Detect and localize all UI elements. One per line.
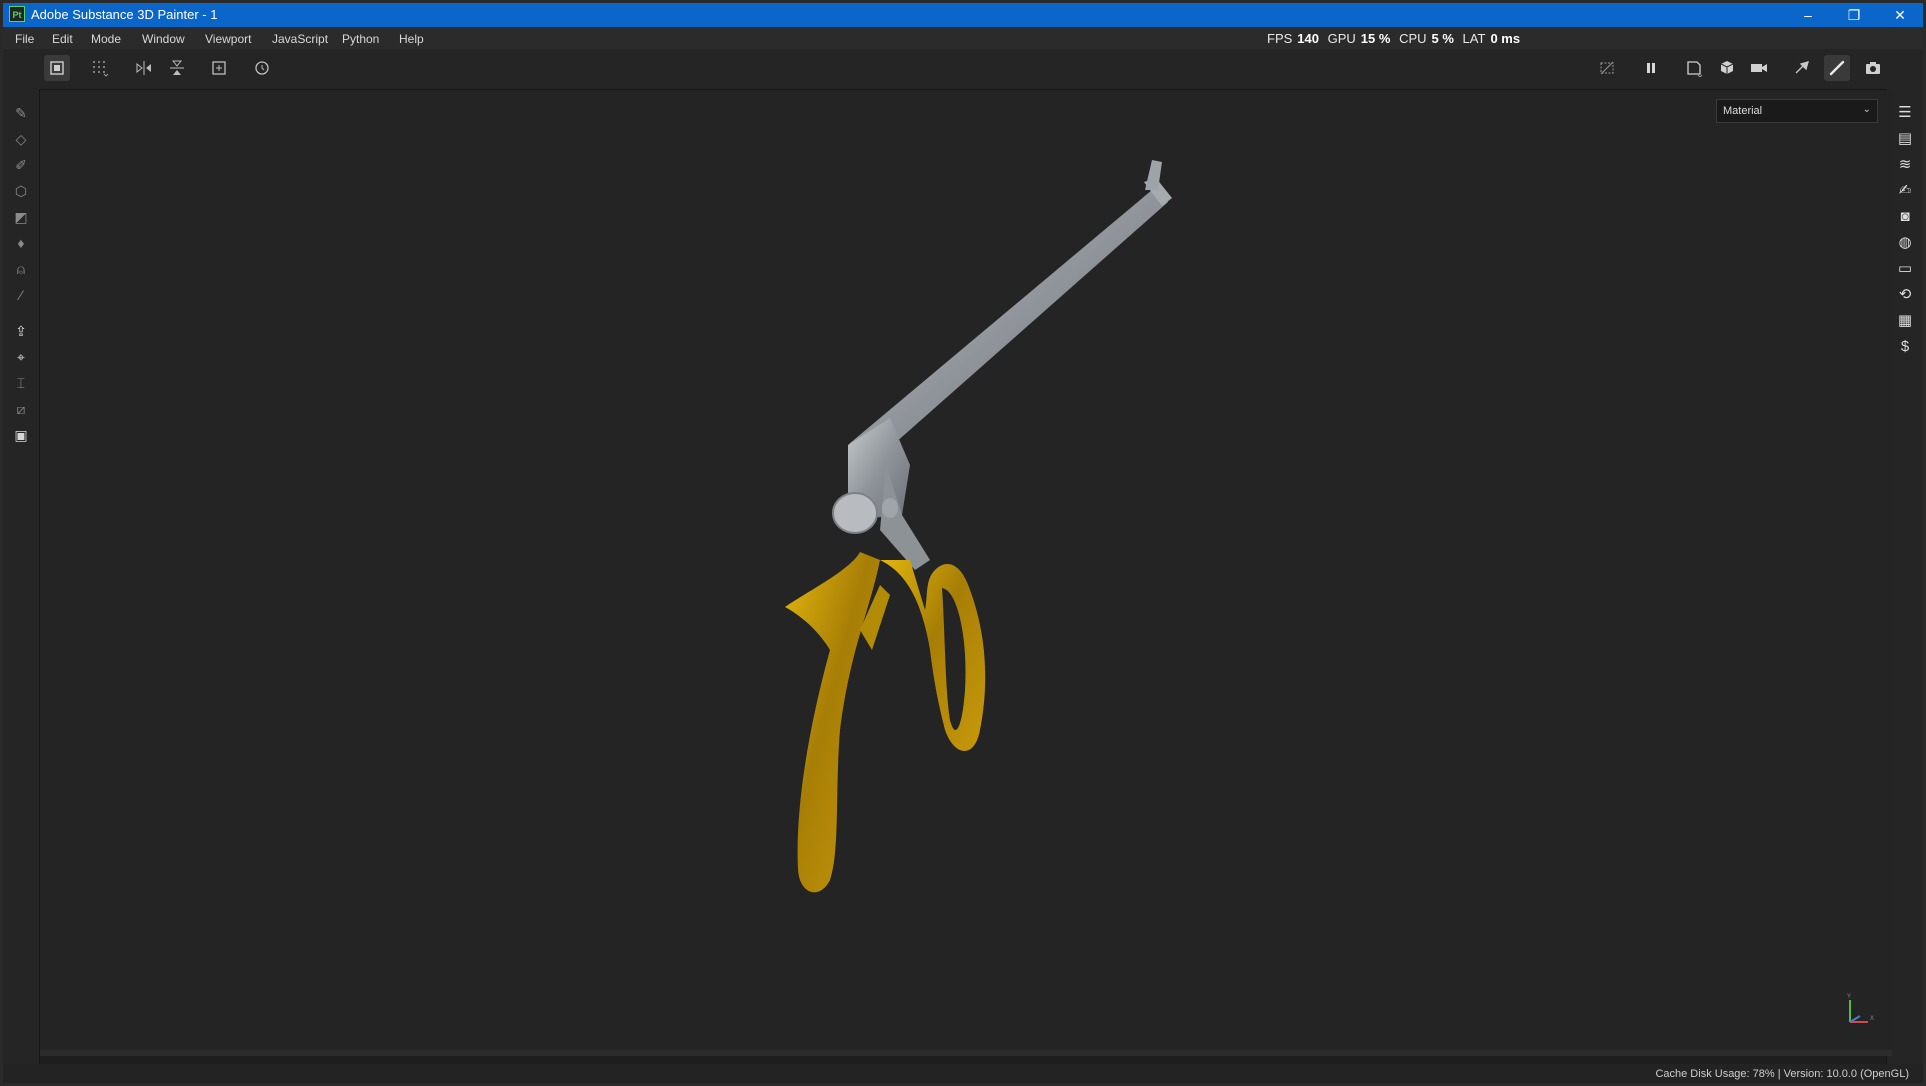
axis-gizmo: Y X: [1847, 994, 1874, 1023]
axis-x-label: X: [1870, 1016, 1874, 1022]
close-button[interactable]: ✕: [1877, 3, 1923, 27]
frame-add-icon[interactable]: [206, 55, 232, 81]
brush-settings-icon[interactable]: [1789, 55, 1815, 81]
menu-window[interactable]: Window: [142, 32, 185, 46]
application-window: Pt Adobe Substance 3D Painter - 1 – ❐ ✕ …: [0, 0, 1926, 1086]
viewport-channel-value: Material: [1723, 105, 1763, 117]
view-3d-icon[interactable]: [1714, 55, 1740, 81]
viewport-channel-select[interactable]: Material ⌄: [1716, 99, 1878, 123]
camera-icon[interactable]: [1746, 55, 1772, 81]
texture-set-settings-icon[interactable]: ▤: [1893, 127, 1917, 151]
status-text: Cache Disk Usage: 78% | Version: 10.0.0 …: [1655, 1068, 1909, 1080]
substance-source-icon[interactable]: $: [1893, 335, 1917, 359]
smudge-icon[interactable]: ♦: [9, 231, 33, 255]
material-picker-icon[interactable]: ⌖: [9, 345, 33, 369]
projection-icon[interactable]: ✐: [9, 153, 33, 177]
pause-icon[interactable]: [1638, 55, 1664, 81]
lat-value: 0 ms: [1490, 31, 1521, 46]
reset-history-icon[interactable]: [249, 55, 275, 81]
color-picker-icon[interactable]: ⁄: [9, 283, 33, 307]
hide-icon[interactable]: [1594, 55, 1620, 81]
eraser-icon[interactable]: ◇: [9, 127, 33, 151]
window-title: Adobe Substance 3D Painter - 1: [31, 7, 218, 22]
main-toolbar: [3, 49, 1923, 90]
cpu-value: 5 %: [1431, 31, 1454, 46]
properties-icon[interactable]: ✍: [1893, 179, 1917, 203]
view-2d-icon[interactable]: [1681, 55, 1707, 81]
restore-button[interactable]: ❐: [1831, 3, 1877, 27]
history-icon[interactable]: ⟲: [1893, 283, 1917, 307]
chevron-down-icon: ⌄: [1862, 104, 1871, 115]
layers-icon[interactable]: ≋: [1893, 153, 1917, 177]
viewport-bottom-edge: [40, 1050, 1892, 1056]
symmetry-y-icon[interactable]: [164, 55, 190, 81]
lat-label: LAT: [1462, 31, 1486, 46]
grid-snap-icon[interactable]: [87, 55, 113, 81]
title-bar[interactable]: Pt Adobe Substance 3D Painter - 1 – ❐ ✕: [3, 3, 1923, 27]
3d-model-rongeur[interactable]: [40, 90, 1892, 1056]
performance-stats: FPS 140 GPU 15 % CPU 5 % LAT 0 ms: [1267, 31, 1525, 46]
left-tool-bar: ✎ ◇ ✐ ⬡ ◩ ♦ ⍝ ⁄ ⇪ ⌖ ⌶ ⧄ ▣: [3, 89, 40, 1064]
paint-icon[interactable]: [1824, 55, 1850, 81]
menu-python[interactable]: Python: [342, 32, 379, 46]
axis-y-label: Y: [1847, 994, 1851, 1000]
menu-mode[interactable]: Mode: [91, 32, 121, 46]
polygon-fill-icon[interactable]: ⬡: [9, 179, 33, 203]
fps-label: FPS: [1267, 31, 1293, 46]
symmetry-x-icon[interactable]: [131, 55, 157, 81]
texture-set-list-icon[interactable]: ☰: [1893, 101, 1917, 125]
fps-value: 140: [1297, 31, 1319, 46]
selection-mode-icon[interactable]: [44, 55, 70, 81]
ruler-icon[interactable]: ⌶: [9, 371, 33, 395]
display-settings-icon[interactable]: ◙: [1893, 205, 1917, 229]
menu-help[interactable]: Help: [399, 32, 424, 46]
texture-set-icon[interactable]: ▣: [9, 423, 33, 447]
menu-javascript[interactable]: JavaScript: [272, 32, 328, 46]
environment-icon[interactable]: ◍: [1893, 231, 1917, 255]
menu-viewport[interactable]: Viewport: [205, 32, 251, 46]
menu-file[interactable]: File: [15, 32, 34, 46]
geometry-mask-icon[interactable]: ◩: [9, 205, 33, 229]
screenshot-icon[interactable]: [1860, 55, 1886, 81]
cpu-label: CPU: [1399, 31, 1427, 46]
app-logo-icon: Pt: [9, 6, 25, 22]
log-icon[interactable]: ▦: [1893, 309, 1917, 333]
minimize-button[interactable]: –: [1785, 3, 1831, 27]
3d-viewport[interactable]: Material ⌄ Y X: [40, 90, 1892, 1056]
bake-export-icon[interactable]: ⇪: [9, 319, 33, 343]
paint-brush-icon[interactable]: ✎: [9, 101, 33, 125]
clone-stamp-icon[interactable]: ⍝: [9, 257, 33, 281]
status-bar: Cache Disk Usage: 78% | Version: 10.0.0 …: [3, 1064, 1923, 1083]
gpu-label: GPU: [1327, 31, 1356, 46]
shelf-icon[interactable]: ▭: [1893, 257, 1917, 281]
menu-bar: File Edit Mode Window Viewport JavaScrip…: [3, 27, 1923, 49]
uv-tool-icon[interactable]: ⧄: [9, 397, 33, 421]
menu-edit[interactable]: Edit: [52, 32, 73, 46]
gpu-value: 15 %: [1360, 31, 1391, 46]
